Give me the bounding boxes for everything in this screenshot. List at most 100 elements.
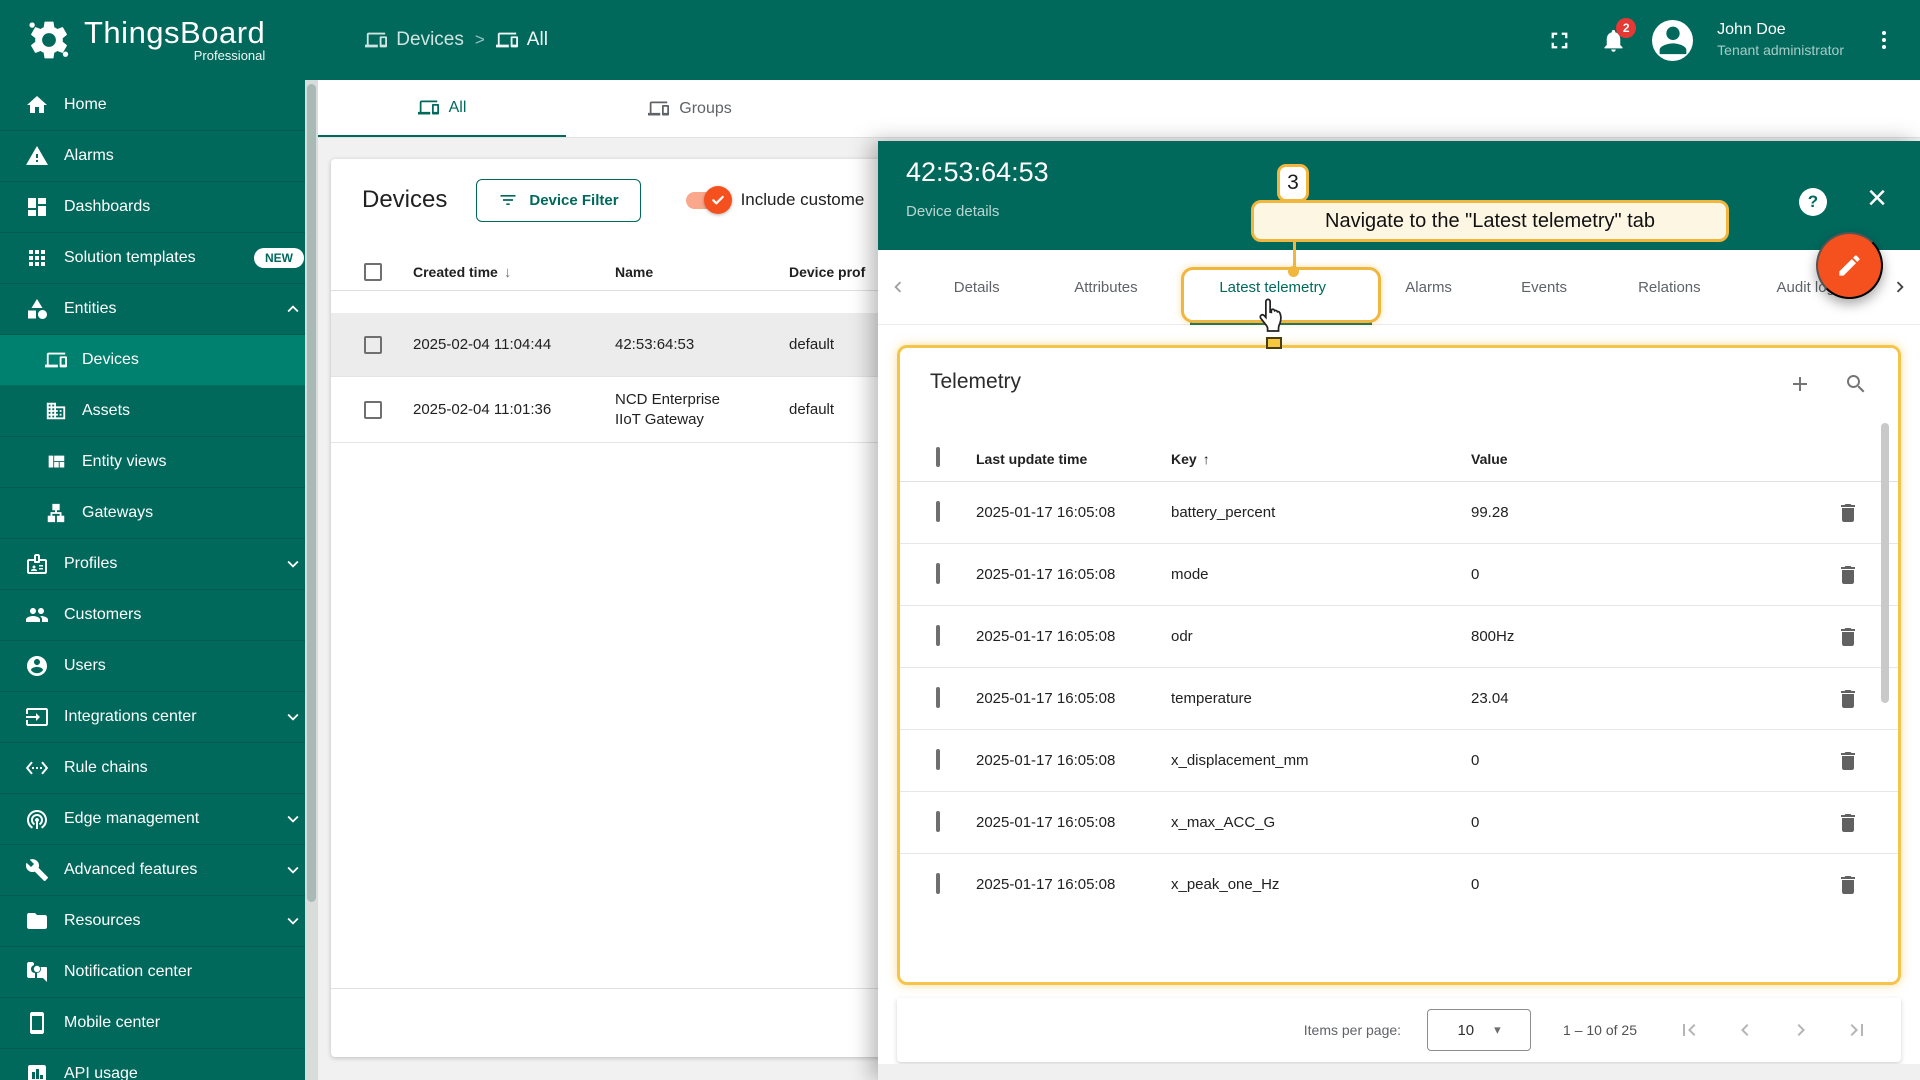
breadcrumb-separator: > — [475, 30, 485, 50]
items-per-page-select[interactable]: 10 ▾ — [1427, 1009, 1531, 1051]
previous-page-icon[interactable] — [1733, 1018, 1757, 1042]
thingsboard-logo[interactable]: ThingsBoard Professional — [26, 17, 265, 63]
row-checkbox[interactable] — [936, 563, 940, 584]
telemetry-row[interactable]: 2025-01-17 16:05:08 x_max_ACC_G 0 — [900, 792, 1898, 854]
sidebar-item-entity-views[interactable]: Entity views — [0, 437, 318, 488]
delete-icon[interactable] — [1836, 501, 1860, 525]
sidebar-item-assets[interactable]: Assets — [0, 386, 318, 437]
cell-time: 2025-01-17 16:05:08 — [976, 566, 1115, 583]
user-info[interactable]: John Doe Tenant administrator — [1717, 20, 1844, 60]
edit-fab-button[interactable] — [1816, 232, 1883, 299]
close-icon[interactable]: × — [1867, 181, 1887, 215]
sidebar-item-users[interactable]: Users — [0, 641, 318, 692]
tab-all[interactable]: All — [318, 80, 566, 137]
telemetry-row[interactable]: 2025-01-17 16:05:08 temperature 23.04 — [900, 668, 1898, 730]
telemetry-row[interactable]: 2025-01-17 16:05:08 x_displacement_mm 0 — [900, 730, 1898, 792]
tab-attributes[interactable]: Attributes — [1036, 279, 1176, 296]
include-customer-toggle[interactable]: Include custome — [686, 190, 865, 210]
sidebar-item-alarms[interactable]: Alarms — [0, 131, 318, 182]
cell-key: battery_percent — [1171, 504, 1275, 521]
add-telemetry-icon[interactable] — [1788, 372, 1812, 396]
notifications-bell-icon[interactable]: 2 — [1598, 25, 1628, 55]
telemetry-row[interactable]: 2025-01-17 16:05:08 odr 800Hz — [900, 606, 1898, 668]
user-avatar[interactable] — [1652, 20, 1693, 61]
tutorial-instruction-box: Navigate to the "Latest telemetry" tab — [1251, 200, 1729, 242]
sidebar-item-api-usage[interactable]: API usage — [0, 1049, 318, 1080]
row-checkbox[interactable] — [936, 749, 940, 770]
sidebar-scrollbar[interactable] — [305, 80, 318, 1080]
row-checkbox[interactable] — [936, 625, 940, 646]
delete-icon[interactable] — [1836, 625, 1860, 649]
sidebar-item-resources[interactable]: Resources — [0, 896, 318, 947]
sort-desc-icon: ↓ — [504, 264, 512, 281]
tab-relations[interactable]: Relations — [1600, 279, 1738, 296]
next-page-icon[interactable] — [1789, 1018, 1813, 1042]
breadcrumb-all[interactable]: All — [496, 29, 548, 51]
row-checkbox[interactable] — [936, 811, 940, 832]
cell-value: 0 — [1471, 566, 1479, 583]
cell-device-name: 42:53:64:53 — [615, 335, 694, 355]
help-icon[interactable]: ? — [1799, 188, 1827, 216]
cell-created-time: 2025-02-04 11:01:36 — [413, 401, 615, 418]
sidebar-item-integrations-center[interactable]: Integrations center — [0, 692, 318, 743]
tab-details[interactable]: Details — [917, 279, 1035, 296]
cell-key: odr — [1171, 628, 1193, 645]
column-name[interactable]: Name — [615, 264, 789, 280]
sidebar-item-rule-chains[interactable]: Rule chains — [0, 743, 318, 794]
select-all-checkbox[interactable] — [364, 263, 382, 281]
breadcrumb-all-label: All — [527, 29, 548, 51]
breadcrumb-devices[interactable]: Devices — [365, 29, 464, 51]
resources-folder-icon — [25, 909, 49, 933]
column-value[interactable]: Value — [1471, 451, 1508, 467]
row-checkbox[interactable] — [364, 401, 382, 419]
telemetry-row[interactable]: 2025-01-17 16:05:08 battery_percent 99.2… — [900, 482, 1898, 544]
first-page-icon[interactable] — [1677, 1018, 1701, 1042]
sidebar-item-entities[interactable]: Entities — [0, 284, 318, 335]
column-last-update-time[interactable]: Last update time — [976, 451, 1087, 467]
row-checkbox[interactable] — [936, 501, 940, 522]
telemetry-scrollbar-thumb[interactable] — [1881, 423, 1889, 703]
tabs-scroll-left-icon[interactable] — [878, 276, 917, 298]
sidebar-item-customers[interactable]: Customers — [0, 590, 318, 641]
sidebar-scrollbar-thumb[interactable] — [307, 84, 316, 902]
delete-icon[interactable] — [1836, 873, 1860, 896]
device-filter-button[interactable]: Device Filter — [476, 179, 640, 222]
fullscreen-icon[interactable] — [1544, 25, 1574, 55]
column-key[interactable]: Key ↑ — [1171, 451, 1210, 467]
row-checkbox[interactable] — [936, 873, 940, 894]
tab-groups[interactable]: Groups — [566, 80, 814, 137]
telemetry-row[interactable]: 2025-01-17 16:05:08 x_peak_one_Hz 0 — [900, 854, 1898, 896]
sidebar-item-label: Solution templates — [64, 249, 196, 267]
include-customer-label: Include custome — [741, 190, 865, 210]
last-page-icon[interactable] — [1845, 1018, 1869, 1042]
new-badge: NEW — [254, 248, 304, 268]
tabs-scroll-right-icon[interactable] — [1881, 276, 1920, 298]
tab-events[interactable]: Events — [1488, 279, 1600, 296]
app-header: ThingsBoard Professional Devices > All 2 — [0, 0, 1920, 80]
delete-icon[interactable] — [1836, 749, 1860, 773]
select-all-checkbox[interactable] — [936, 447, 940, 467]
row-checkbox[interactable] — [364, 336, 382, 354]
sidebar-item-dashboards[interactable]: Dashboards — [0, 182, 318, 233]
sidebar-item-solution-templates[interactable]: Solution templates NEW — [0, 233, 318, 284]
delete-icon[interactable] — [1836, 687, 1860, 711]
sidebar-item-edge-management[interactable]: Edge management — [0, 794, 318, 845]
sidebar-item-profiles[interactable]: Profiles — [0, 539, 318, 590]
sidebar-item-label: Profiles — [64, 555, 117, 573]
cell-value: 99.28 — [1471, 504, 1509, 521]
sidebar-item-advanced-features[interactable]: Advanced features — [0, 845, 318, 896]
sidebar-item-devices[interactable]: Devices — [0, 335, 318, 386]
sidebar-item-mobile-center[interactable]: Mobile center — [0, 998, 318, 1049]
tab-alarms[interactable]: Alarms — [1369, 279, 1487, 296]
more-menu-icon[interactable] — [1874, 31, 1894, 49]
search-icon[interactable] — [1844, 372, 1868, 396]
telemetry-row[interactable]: 2025-01-17 16:05:08 mode 0 — [900, 544, 1898, 606]
row-checkbox[interactable] — [936, 687, 940, 708]
delete-icon[interactable] — [1836, 563, 1860, 587]
sidebar-item-gateways[interactable]: Gateways — [0, 488, 318, 539]
column-created-time[interactable]: Created time ↓ — [413, 264, 615, 281]
sidebar-item-notification-center[interactable]: Notification center — [0, 947, 318, 998]
device-details-tabbar: Details Attributes Latest telemetry Alar… — [878, 250, 1920, 325]
delete-icon[interactable] — [1836, 811, 1860, 835]
sidebar-item-home[interactable]: Home — [0, 80, 318, 131]
